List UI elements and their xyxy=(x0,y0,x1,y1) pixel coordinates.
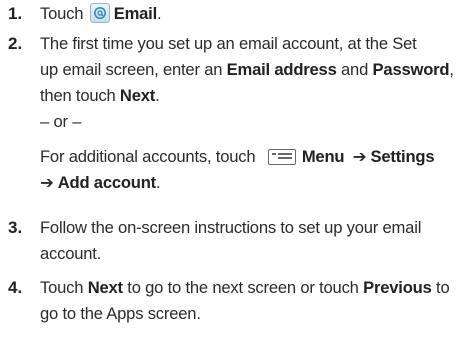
step-number: 3. xyxy=(8,218,23,237)
step-number: 2. xyxy=(8,34,23,53)
or-separator: – or – xyxy=(40,112,82,131)
email-address-label: Email address xyxy=(226,60,337,79)
arrow-right-icon: ➔ xyxy=(352,147,367,166)
step-text: Touch Next to go to the next screen or t… xyxy=(40,278,450,323)
next-label: Next xyxy=(87,278,123,297)
add-account-label: Add account xyxy=(57,173,157,192)
password-label: Password xyxy=(372,60,450,79)
settings-label: Settings xyxy=(370,147,435,166)
email-label: Email xyxy=(113,4,157,23)
next-label: Next xyxy=(119,86,156,105)
menu-key-icon xyxy=(267,149,296,165)
instruction-list: 1. Touch Email. 2. The first time you se… xyxy=(0,0,472,337)
email-app-icon xyxy=(89,3,110,23)
step-text: The first time you set up an email accou… xyxy=(40,31,470,196)
menu-label: Menu xyxy=(301,147,345,166)
step-number: 1. xyxy=(8,4,23,23)
arrow-right-icon: ➔ xyxy=(40,173,54,192)
step-number: 4. xyxy=(8,278,23,297)
step-text: Touch Email. xyxy=(40,3,162,23)
step-text-line: The first time you set up an email accou… xyxy=(40,34,417,53)
step-text-touch: Touch xyxy=(40,4,84,23)
previous-label: Previous xyxy=(363,278,432,297)
step-text: Follow the on-screen instructions to set… xyxy=(40,218,422,263)
